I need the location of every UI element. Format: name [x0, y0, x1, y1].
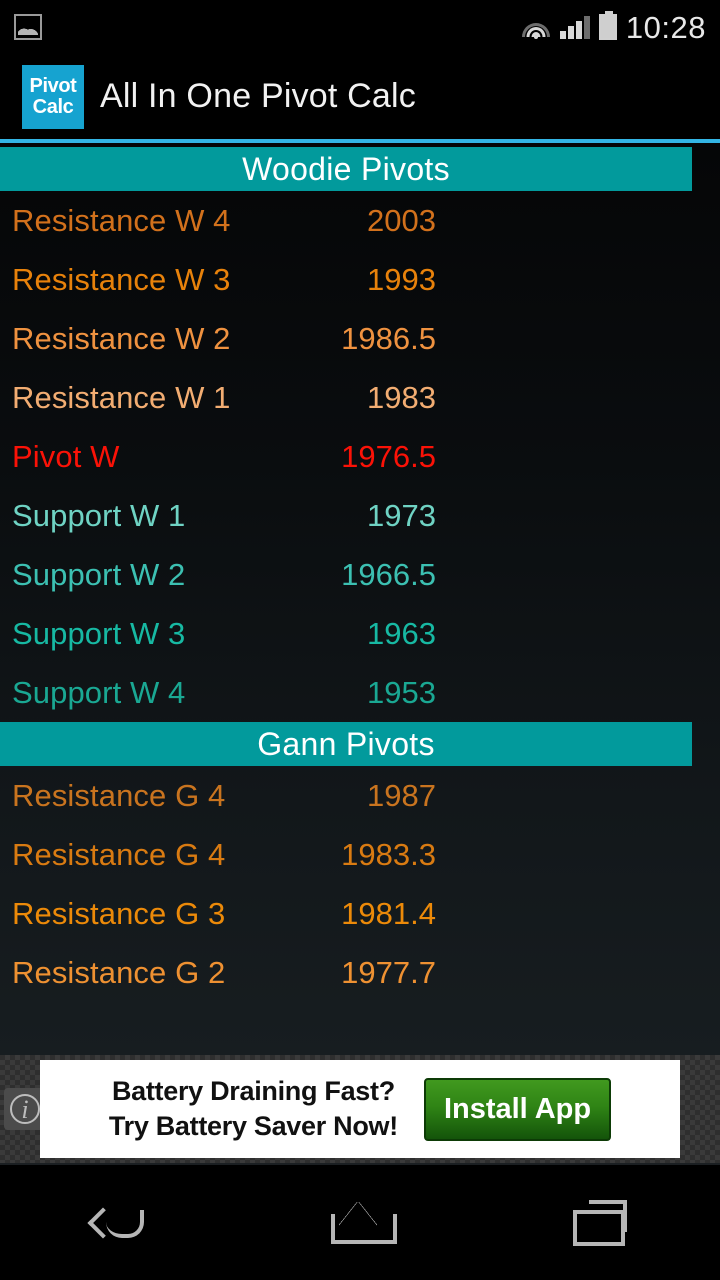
- pivot-value: 2003: [367, 202, 436, 238]
- pivot-value: 1966.5: [341, 556, 436, 592]
- pivot-label: Support W 3: [12, 615, 186, 651]
- battery-icon: [598, 11, 617, 40]
- navigation-bar: [0, 1163, 720, 1280]
- pivot-row[interactable]: Resistance G 4 1987: [0, 766, 720, 825]
- pivot-value: 1953: [367, 674, 436, 710]
- pivot-row[interactable]: Resistance W 4 2003: [0, 191, 720, 250]
- ad-banner[interactable]: i Battery Draining Fast? Try Battery Sav…: [0, 1055, 720, 1163]
- pivot-value: 1986.5: [341, 320, 436, 356]
- pivot-value: 1983.3: [341, 836, 436, 872]
- pivot-label: Resistance W 4: [12, 202, 231, 238]
- pivot-row[interactable]: Resistance W 2 1986.5: [0, 309, 720, 368]
- pivot-label: Resistance G 2: [12, 954, 226, 990]
- install-app-label: Install App: [443, 1092, 592, 1125]
- pivot-label: Resistance W 1: [12, 379, 231, 415]
- pivot-row[interactable]: Resistance G 4 1983.3: [0, 825, 720, 884]
- pivot-value: 1987: [367, 777, 436, 813]
- section-header: Woodie Pivots: [0, 147, 692, 191]
- pivot-value: 1993: [367, 261, 436, 297]
- pivot-label: Resistance G 3: [12, 895, 226, 931]
- pivot-label: Pivot W: [12, 438, 120, 474]
- app-title: All In One Pivot Calc: [100, 77, 416, 115]
- pivot-label: Support W 2: [12, 556, 186, 592]
- pivot-value: 1977.7: [341, 954, 436, 990]
- recents-icon: [573, 1199, 627, 1246]
- ad-text: Battery Draining Fast? Try Battery Saver…: [109, 1076, 398, 1142]
- pivot-row[interactable]: Pivot W 1976.5: [0, 427, 720, 486]
- pivot-value: 1973: [367, 497, 436, 533]
- ad-headline: Battery Draining Fast?: [111, 1076, 395, 1106]
- pivot-row[interactable]: Resistance G 2 1977.7: [0, 943, 720, 1002]
- app-logo-line-2: Calc: [32, 95, 74, 118]
- recents-button[interactable]: [525, 1165, 675, 1280]
- section-header: Gann Pivots: [0, 722, 692, 766]
- status-bar-notifications: [14, 14, 42, 40]
- wifi-icon: [521, 15, 551, 39]
- pivot-value: 1976.5: [341, 438, 436, 474]
- app-logo-icon: Pivot Calc: [22, 64, 84, 129]
- ad-content[interactable]: Battery Draining Fast? Try Battery Saver…: [40, 1060, 680, 1158]
- pivot-label: Support W 1: [12, 497, 186, 533]
- ad-subline: Try Battery Saver Now!: [108, 1111, 398, 1141]
- pivot-list[interactable]: Woodie Pivots Resistance W 4 2003 Resistanc…: [0, 147, 720, 1055]
- home-button[interactable]: [285, 1165, 435, 1280]
- pivot-value: 1963: [367, 615, 436, 651]
- pivot-label: Resistance W 3: [12, 261, 231, 297]
- pivot-row[interactable]: Resistance G 3 1981.4: [0, 884, 720, 943]
- status-bar: 10:28: [0, 0, 720, 54]
- back-button[interactable]: [45, 1165, 195, 1280]
- pivot-row[interactable]: Support W 4 1953: [0, 663, 720, 722]
- signal-icon: [559, 15, 590, 39]
- pivot-row[interactable]: Resistance W 1 1983: [0, 368, 720, 427]
- ad-info-glyph: i: [10, 1094, 40, 1124]
- pivot-row[interactable]: Support W 1 1973: [0, 486, 720, 545]
- action-bar-divider: [0, 139, 720, 143]
- pivot-label: Support W 4: [12, 674, 186, 710]
- pivot-row[interactable]: Support W 3 1963: [0, 604, 720, 663]
- status-bar-clock: 10:28: [625, 9, 706, 45]
- pivot-label: Resistance G 4: [12, 777, 226, 813]
- install-app-button[interactable]: Install App: [423, 1077, 612, 1141]
- phone-screen: 10:28 Pivot Calc All In One Pivot Calc W…: [0, 0, 720, 1280]
- photo-icon: [14, 14, 42, 40]
- status-bar-system-icons: 10:28: [521, 9, 706, 45]
- pivot-row[interactable]: Support W 2 1966.5: [0, 545, 720, 604]
- pivot-row[interactable]: Resistance W 3 1993: [0, 250, 720, 309]
- pivot-value: 1983: [367, 379, 436, 415]
- pivot-label: Resistance W 2: [12, 320, 231, 356]
- back-arrow-icon: [92, 1202, 148, 1244]
- section-header-title: Gann Pivots: [257, 725, 435, 762]
- action-bar: Pivot Calc All In One Pivot Calc: [0, 54, 720, 139]
- app-logo-line-1: Pivot: [29, 75, 77, 98]
- home-icon: [331, 1202, 397, 1244]
- pivot-value: 1981.4: [341, 895, 436, 931]
- pivot-label: Resistance G 4: [12, 836, 226, 872]
- section-header-title: Woodie Pivots: [242, 150, 450, 187]
